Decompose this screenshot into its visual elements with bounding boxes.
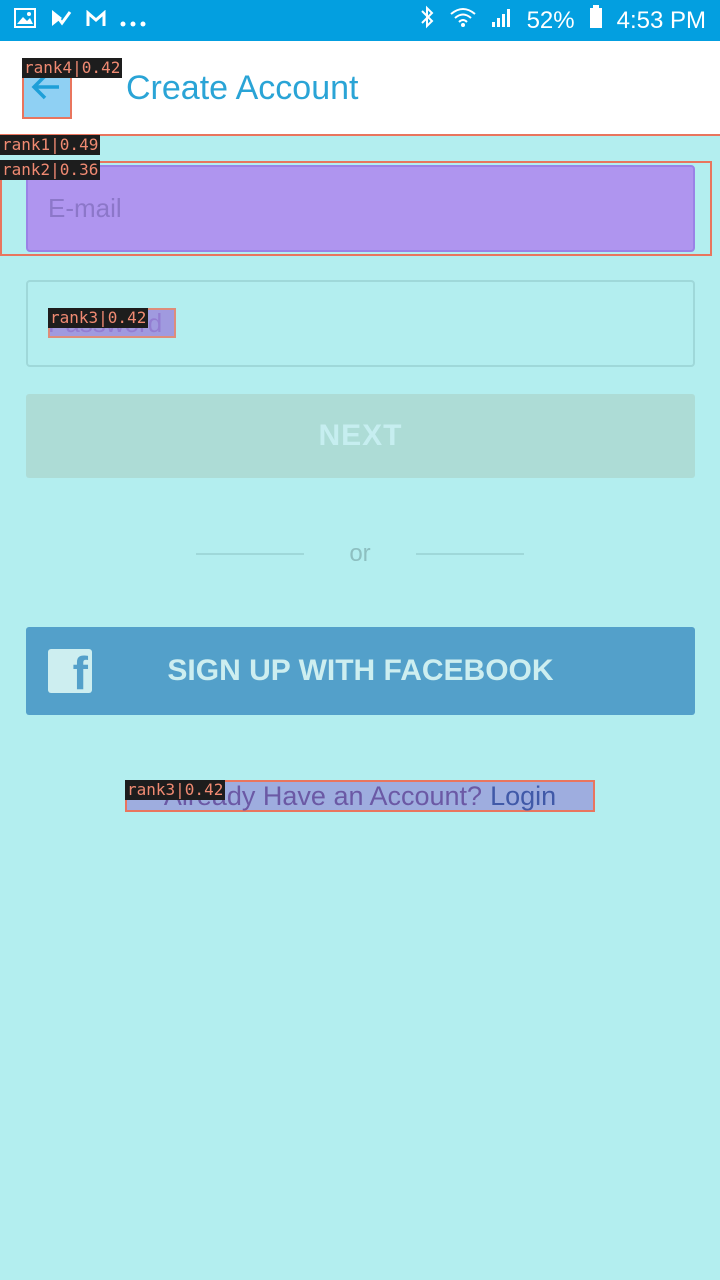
login-link[interactable]: Login (490, 781, 556, 812)
overlay-tag-password: rank3|0.42 (48, 308, 149, 328)
battery-percent: 52% (526, 6, 575, 34)
overlay-tag-email: rank2|0.36 (0, 160, 101, 180)
email-field-container (26, 165, 695, 252)
next-button[interactable]: NEXT (26, 394, 695, 478)
or-divider: or (196, 536, 524, 572)
overlay-tag-login: rank3|0.42 (125, 780, 226, 800)
clock: 4:53 PM (616, 6, 706, 34)
overlay-tag-back: rank4|0.42 (22, 58, 123, 78)
page-title: Create Account (126, 69, 359, 107)
or-text: or (349, 540, 371, 567)
wifi-icon (449, 6, 477, 35)
bluetooth-icon (419, 5, 435, 36)
divider-line-left (196, 553, 304, 555)
status-left (14, 7, 146, 35)
check-icon (50, 7, 72, 35)
app-bar: Create Account (0, 41, 720, 136)
more-icon (120, 7, 146, 35)
signal-icon (491, 6, 513, 35)
email-input[interactable] (28, 167, 693, 250)
facebook-signup-button[interactable]: f SIGN UP WITH FACEBOOK (26, 627, 695, 715)
status-bar: 52% 4:53 PM (0, 0, 720, 41)
gmail-icon (86, 7, 106, 35)
gallery-icon (14, 7, 36, 35)
battery-icon (589, 5, 603, 36)
status-right: 52% 4:53 PM (419, 5, 706, 36)
facebook-signup-label: SIGN UP WITH FACEBOOK (167, 654, 554, 687)
overlay-tag-header: rank1|0.49 (0, 135, 101, 155)
divider-line-right (416, 553, 524, 555)
